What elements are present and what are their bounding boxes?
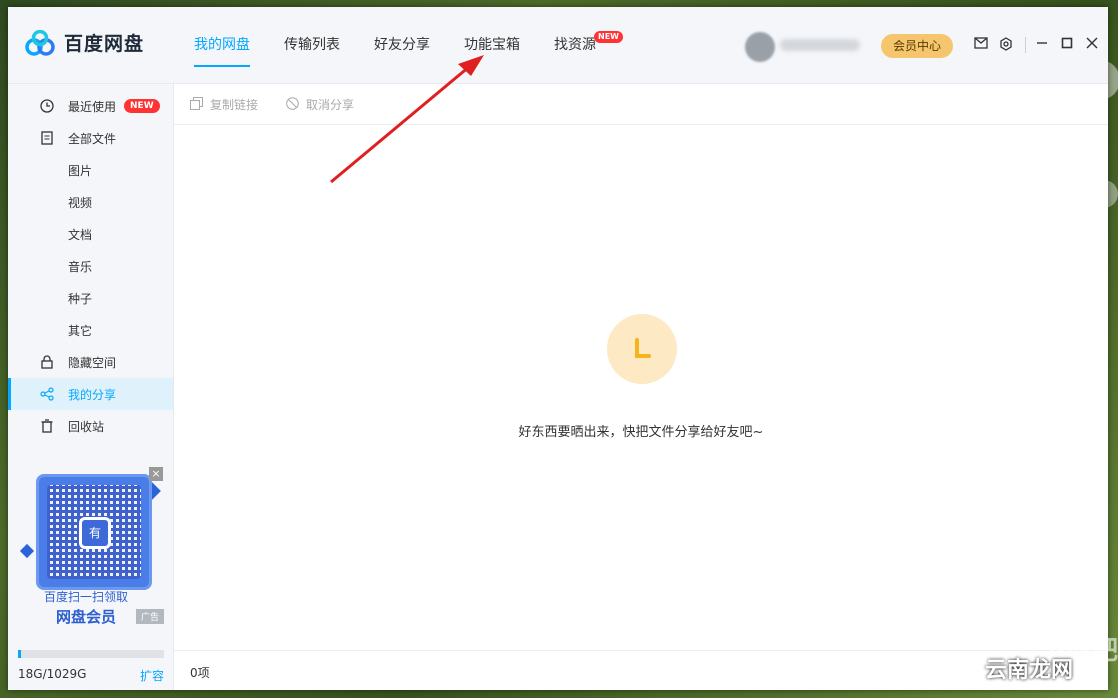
- sidebar-item-my-shares[interactable]: 我的分享: [8, 378, 173, 410]
- ad-label: 广告: [136, 609, 165, 624]
- username-blurred[interactable]: [780, 39, 860, 51]
- top-nav: 我的网盘 传输列表 好友分享 功能宝箱 找资源 NEW: [194, 7, 630, 83]
- status-bar: 0项: [174, 650, 1108, 691]
- empty-state-clock-icon: [607, 314, 677, 384]
- app-logo[interactable]: 百度网盘: [24, 29, 144, 56]
- tab-find-resources-label: 找资源: [554, 37, 596, 53]
- copy-link-button[interactable]: 复制链接: [190, 96, 258, 113]
- minimize-icon[interactable]: [1034, 37, 1050, 53]
- qr-center-logo: 有: [79, 517, 111, 549]
- sidebar-item-videos[interactable]: 视频: [8, 186, 233, 218]
- sidebar-item-recent[interactable]: 最近使用 NEW: [8, 90, 173, 122]
- sidebar-item-torrents[interactable]: 种子: [8, 282, 233, 314]
- storage-usage-text: 18G/1029G: [18, 667, 87, 681]
- ad-close-button[interactable]: ×: [149, 467, 163, 481]
- avatar[interactable]: [745, 32, 775, 62]
- watermark-text: 云南龙网: [985, 658, 1074, 683]
- ad-text-line2[interactable]: 网盘会员: [56, 606, 116, 627]
- share-icon: [39, 386, 55, 402]
- sidebar-item-label: 全部文件: [68, 131, 117, 146]
- sidebar-item-all-files[interactable]: 全部文件: [8, 122, 173, 154]
- mail-icon[interactable]: [973, 37, 989, 53]
- copy-icon: [190, 96, 203, 113]
- sidebar-item-documents[interactable]: 文档: [8, 218, 233, 250]
- sidebar: 最近使用 NEW 全部文件 图片 视频 文档 音乐 种子 其它 隐藏空间 我的分…: [8, 84, 174, 690]
- sidebar-item-music[interactable]: 音乐: [8, 250, 233, 282]
- baidu-pan-logo-icon: [25, 29, 55, 56]
- sidebar-item-recycle-bin[interactable]: 回收站: [8, 410, 173, 442]
- tab-friend-share[interactable]: 好友分享: [374, 7, 430, 83]
- settings-icon[interactable]: [998, 37, 1014, 53]
- app-title: 百度网盘: [64, 33, 145, 55]
- sidebar-item-label: 隐藏空间: [68, 355, 117, 370]
- lock-icon: [39, 354, 55, 370]
- storage-progress-fill: [18, 650, 21, 658]
- cancel-icon: [286, 96, 299, 113]
- sidebar-item-other[interactable]: 其它: [8, 314, 233, 346]
- cancel-share-label: 取消分享: [306, 98, 355, 112]
- sidebar-item-images[interactable]: 图片: [8, 154, 233, 186]
- header-divider: [1025, 37, 1026, 53]
- sidebar-item-label: 我的分享: [68, 387, 117, 402]
- clock-icon: [39, 98, 55, 114]
- title-bar: 百度网盘 我的网盘 传输列表 好友分享 功能宝箱 找资源 NEW 会员中心: [8, 7, 1108, 84]
- expand-storage-link[interactable]: 扩容: [140, 667, 164, 684]
- new-badge: NEW: [594, 31, 623, 43]
- trash-icon: [39, 418, 55, 434]
- new-badge: NEW: [124, 99, 160, 113]
- sidebar-item-label: 回收站: [68, 419, 105, 434]
- maximize-icon[interactable]: [1059, 37, 1075, 53]
- toolbar: 复制链接 取消分享: [174, 84, 1108, 125]
- ad-text-line1[interactable]: 百度扫一扫领取: [44, 588, 128, 605]
- ad-qr-code[interactable]: 有: [36, 474, 152, 590]
- tab-find-resources[interactable]: 找资源 NEW: [554, 7, 623, 83]
- item-count: 0项: [190, 666, 210, 680]
- tab-transfer-list[interactable]: 传输列表: [284, 7, 340, 83]
- copy-link-label: 复制链接: [210, 98, 259, 112]
- sidebar-item-hidden-space[interactable]: 隐藏空间: [8, 346, 173, 378]
- tab-toolbox[interactable]: 功能宝箱: [464, 7, 520, 83]
- sidebar-item-label: 最近使用: [68, 99, 117, 114]
- ad-decoration: [19, 543, 35, 559]
- close-icon[interactable]: [1084, 37, 1100, 53]
- app-window: 百度网盘 我的网盘 传输列表 好友分享 功能宝箱 找资源 NEW 会员中心 最近…: [8, 7, 1108, 690]
- empty-state-message: 好东西要晒出来，快把文件分享给好友吧~: [518, 425, 764, 440]
- tab-my-drive[interactable]: 我的网盘: [194, 7, 250, 83]
- vip-center-button[interactable]: 会员中心: [881, 34, 953, 58]
- file-icon: [39, 130, 55, 146]
- cancel-share-button[interactable]: 取消分享: [286, 96, 354, 113]
- storage-progress-bar: [18, 650, 164, 658]
